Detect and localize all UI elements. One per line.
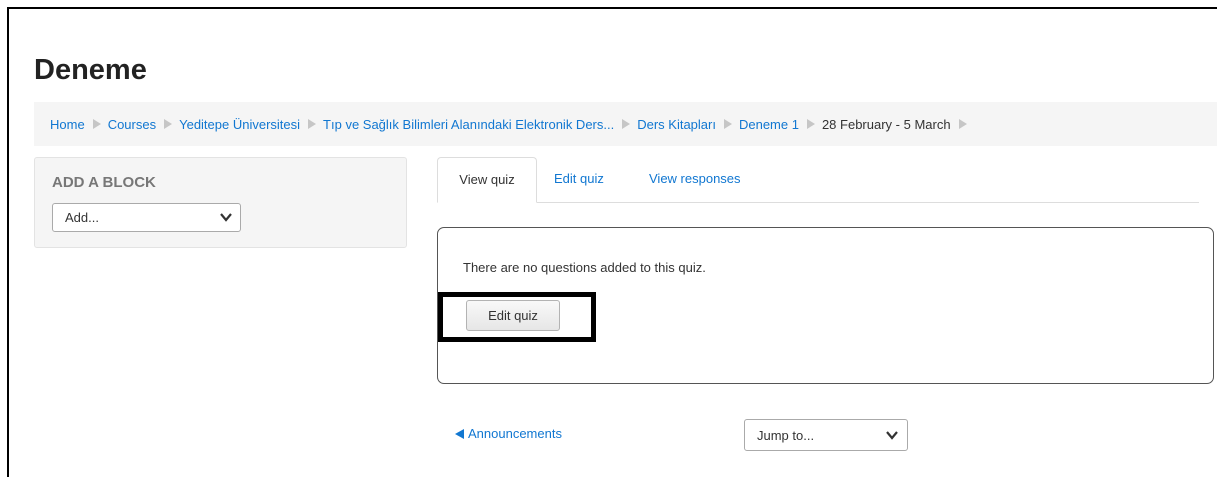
triangle-right-icon [622, 119, 631, 129]
triangle-right-icon [723, 119, 732, 129]
tab-edit-quiz[interactable]: Edit quiz [554, 157, 604, 203]
triangle-left-icon [455, 428, 464, 439]
breadcrumb-item-deneme-1[interactable]: Deneme 1 [739, 117, 799, 132]
tab-view-quiz[interactable]: View quiz [437, 157, 537, 203]
jump-to-select-value: Jump to... [757, 428, 815, 443]
triangle-right-icon [958, 119, 967, 129]
announcements-link-label: Announcements [468, 426, 562, 441]
chevron-down-icon [220, 213, 232, 222]
breadcrumb-item-university[interactable]: Yeditepe Üniversitesi [179, 117, 300, 132]
quiz-tabs: View quiz Edit quiz View responses [437, 157, 1199, 203]
add-block-select-value: Add... [65, 210, 99, 225]
chevron-down-icon [886, 431, 898, 440]
triangle-right-icon [92, 119, 101, 129]
breadcrumb-item-home[interactable]: Home [50, 117, 85, 132]
add-block-select[interactable]: Add... [52, 203, 241, 232]
announcements-prev-link[interactable]: Announcements [455, 426, 562, 441]
breadcrumb: Home Courses Yeditepe Üniversitesi Tıp v… [34, 102, 1217, 146]
add-block-panel: ADD A BLOCK Add... [34, 157, 407, 248]
breadcrumb-item-courses[interactable]: Courses [108, 117, 156, 132]
triangle-right-icon [806, 119, 815, 129]
breadcrumb-item-textbooks[interactable]: Ders Kitapları [637, 117, 716, 132]
triangle-right-icon [308, 119, 317, 129]
edit-quiz-button[interactable]: Edit quiz [466, 300, 560, 331]
triangle-right-icon [164, 119, 173, 129]
breadcrumb-item-week[interactable]: 28 February - 5 March [822, 117, 951, 132]
block-title: ADD A BLOCK [52, 174, 156, 191]
jump-to-select[interactable]: Jump to... [744, 419, 908, 451]
page-title: Deneme [34, 54, 147, 86]
tab-view-responses[interactable]: View responses [649, 157, 741, 203]
no-questions-message: There are no questions added to this qui… [463, 260, 706, 275]
breadcrumb-item-course[interactable]: Tıp ve Sağlık Bilimleri Alanındaki Elekt… [323, 117, 614, 132]
